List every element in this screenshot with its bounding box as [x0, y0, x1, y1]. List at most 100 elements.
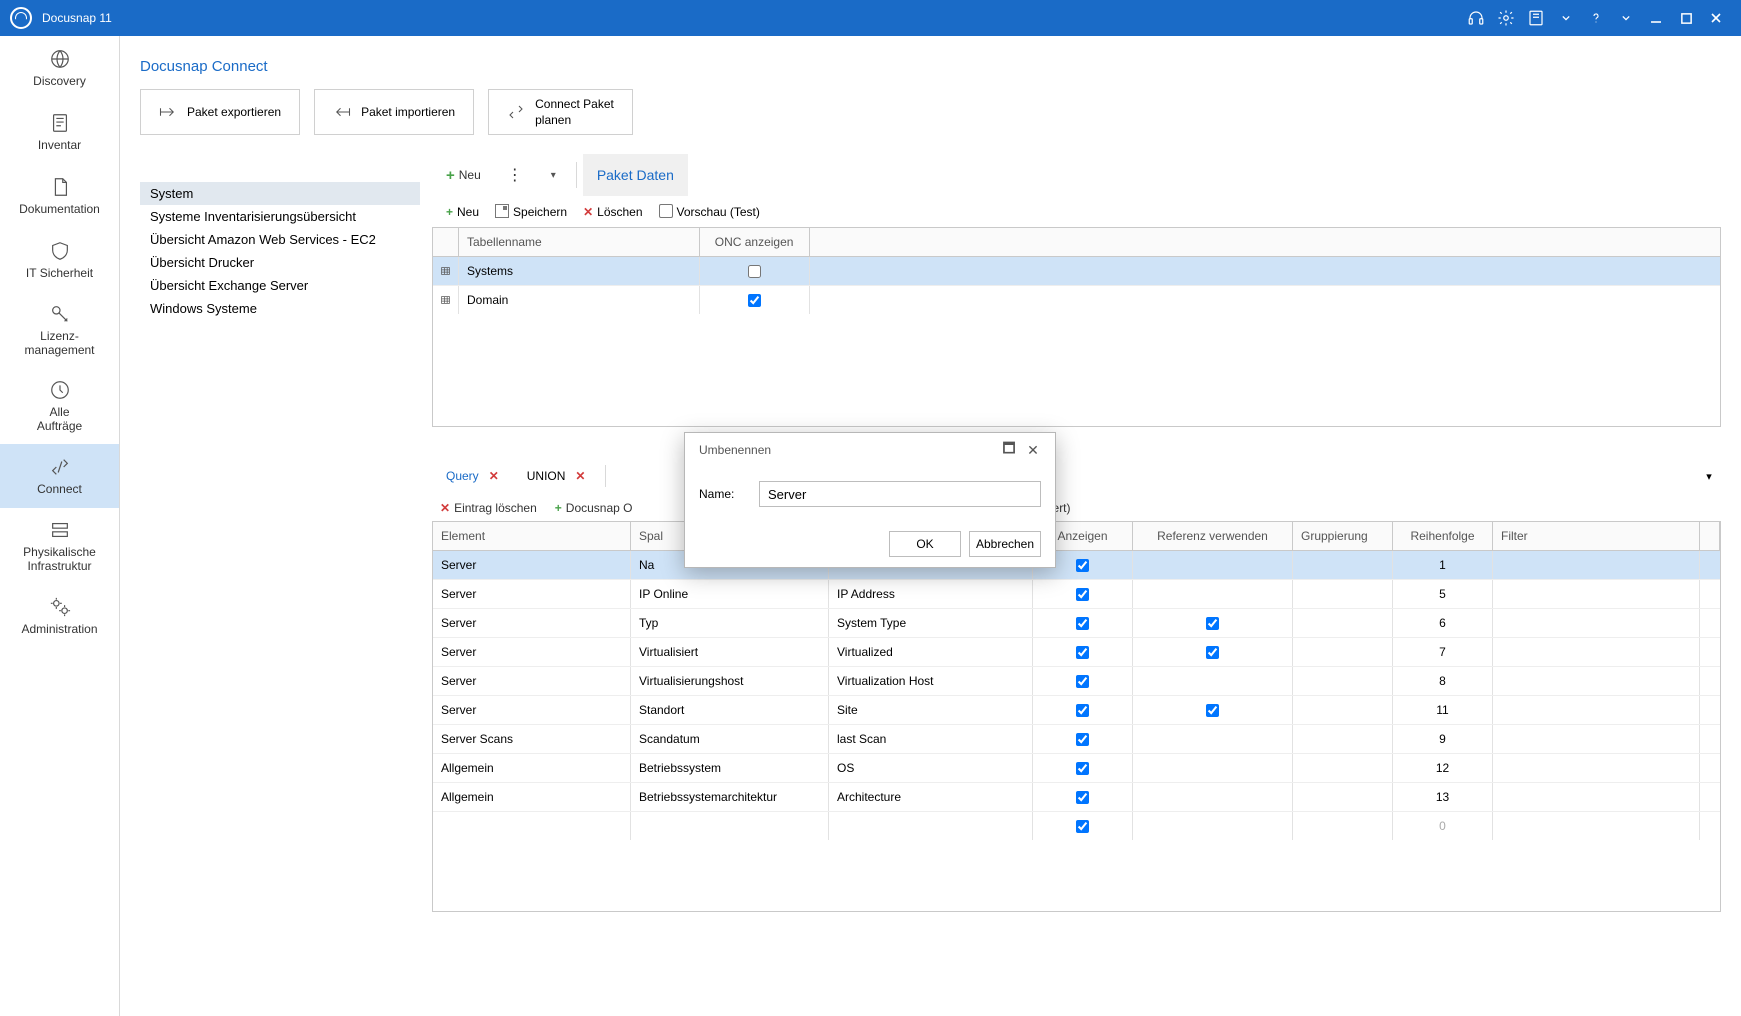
tables-grid: Tabellenname ONC anzeigen Systems Domain [432, 227, 1721, 427]
table-row[interactable]: AllgemeinBetriebssystemarchitekturArchit… [433, 783, 1720, 812]
cell-onc[interactable] [700, 257, 810, 285]
col-tabellenname[interactable]: Tabellenname [459, 228, 700, 256]
qt-delete[interactable]: ✕Eintrag löschen [440, 501, 537, 515]
ok-button[interactable]: OK [889, 531, 961, 557]
nav-connect[interactable]: Connect [0, 444, 119, 508]
import-package-button[interactable]: Paket importieren [314, 89, 474, 135]
tab-union[interactable]: UNION✕ [513, 461, 600, 491]
ref-checkbox[interactable] [1206, 617, 1219, 630]
table-row[interactable]: 0 [433, 812, 1720, 840]
table-row[interactable]: ServerNa1 [433, 551, 1720, 580]
new-button[interactable]: +Neu [432, 154, 495, 196]
dropdown-caret-icon[interactable]: ▾ [537, 154, 570, 196]
help-icon[interactable] [1581, 0, 1611, 36]
window-minimize-button[interactable] [1641, 0, 1671, 36]
cell-onc[interactable] [700, 286, 810, 314]
nav-discovery-label: Discovery [33, 74, 86, 88]
package-item[interactable]: System [140, 182, 420, 205]
package-item[interactable]: Übersicht Drucker [140, 251, 420, 274]
col-filter[interactable]: Filter [1493, 522, 1700, 550]
tabs-overflow-button[interactable]: ▾ [1697, 470, 1721, 483]
table-row[interactable]: Systems [433, 257, 1720, 286]
col-referenz[interactable]: Referenz verwenden [1133, 522, 1293, 550]
nav-lizenz-label: Lizenz- management [24, 329, 94, 357]
tools-dropdown-icon[interactable] [1551, 0, 1581, 36]
nav-admin[interactable]: Administration [0, 584, 119, 648]
plan-package-button[interactable]: Connect Paketplanen [488, 89, 633, 135]
close-tab-icon[interactable]: ✕ [575, 469, 585, 483]
show-checkbox[interactable] [1076, 646, 1089, 659]
new-label: Neu [459, 168, 481, 182]
tb-delete[interactable]: ✕Löschen [583, 205, 642, 219]
tb-save[interactable]: Speichern [495, 204, 567, 219]
col-gruppierung[interactable]: Gruppierung [1293, 522, 1393, 550]
breadcrumb: Docusnap Connect [140, 58, 1721, 75]
nav-discovery[interactable]: Discovery [0, 36, 119, 100]
ref-checkbox[interactable] [1206, 704, 1219, 717]
nav-lizenz[interactable]: Lizenz- management [0, 292, 119, 368]
table-row[interactable]: ServerIP OnlineIP Address5 [433, 580, 1720, 609]
tb-new[interactable]: +Neu [446, 205, 479, 219]
nav-phys[interactable]: Physikalische Infrastruktur [0, 508, 119, 584]
dialog-close-icon[interactable]: ✕ [1021, 438, 1045, 462]
nav-dokumentation[interactable]: Dokumentation [0, 164, 119, 228]
window-close-button[interactable] [1701, 0, 1731, 36]
show-checkbox[interactable] [1076, 820, 1089, 833]
export-package-button[interactable]: Paket exportieren [140, 89, 300, 135]
nav-inventar-label: Inventar [38, 138, 81, 152]
ribbon: Paket exportieren Paket importieren Conn… [140, 89, 1721, 135]
export-package-label: Paket exportieren [187, 105, 281, 119]
table-row[interactable]: ServerStandortSite11 [433, 696, 1720, 725]
table-toolbar: +Neu Speichern ✕Löschen Vorschau (Test) [432, 196, 1721, 227]
window-maximize-button[interactable] [1671, 0, 1701, 36]
[interactable]: Abbrechen [969, 531, 1041, 557]
nav-inventar[interactable]: Inventar [0, 100, 119, 164]
headset-icon[interactable] [1461, 0, 1491, 36]
col-onc[interactable]: ONC anzeigen [700, 228, 810, 256]
tab-query[interactable]: Query✕ [432, 461, 513, 491]
package-item[interactable]: Übersicht Exchange Server [140, 274, 420, 297]
nav-auftraege[interactable]: Alle Aufträge [0, 368, 119, 444]
help-dropdown-icon[interactable] [1611, 0, 1641, 36]
tb-preview[interactable]: Vorschau (Test) [659, 204, 760, 219]
name-label: Name: [699, 487, 747, 501]
package-list: System Systeme Inventarisierungsübersich… [140, 154, 420, 1002]
tools-icon[interactable] [1521, 0, 1551, 36]
table-row[interactable]: ServerTypSystem Type6 [433, 609, 1720, 638]
query-toolbar: ✕Eintrag löschen +Docusnap O efiniert) [432, 495, 1721, 521]
show-checkbox[interactable] [1076, 733, 1089, 746]
ref-checkbox[interactable] [1206, 646, 1219, 659]
name-input[interactable] [759, 481, 1041, 507]
col-reihenfolge[interactable]: Reihenfolge [1393, 522, 1493, 550]
table-row[interactable]: Domain [433, 286, 1720, 314]
nav-connect-label: Connect [37, 482, 82, 496]
more-menu-button[interactable]: ⋮ [501, 154, 531, 196]
dialog-maximize-icon[interactable]: 🗖 [997, 438, 1021, 462]
nav-admin-label: Administration [21, 622, 97, 636]
table-row[interactable]: Server ScansScandatumlast Scan9 [433, 725, 1720, 754]
show-checkbox[interactable] [1076, 791, 1089, 804]
show-checkbox[interactable] [1076, 588, 1089, 601]
package-item[interactable]: Windows Systeme [140, 297, 420, 320]
table-row[interactable]: ServerVirtualisierungshostVirtualization… [433, 667, 1720, 696]
left-nav: Discovery Inventar Dokumentation IT Sich… [0, 36, 120, 1016]
show-checkbox[interactable] [1076, 559, 1089, 572]
package-item[interactable]: Übersicht Amazon Web Services - EC2 [140, 228, 420, 251]
query-fields-grid: Element Spal Anzeigen Referenz verwenden… [432, 521, 1721, 912]
nav-it-sicherheit[interactable]: IT Sicherheit [0, 228, 119, 292]
package-item[interactable]: Systeme Inventarisierungsübersicht [140, 205, 420, 228]
settings-gear-icon[interactable] [1491, 0, 1521, 36]
show-checkbox[interactable] [1076, 704, 1089, 717]
show-checkbox[interactable] [1076, 762, 1089, 775]
table-row[interactable]: ServerVirtualisiertVirtualized7 [433, 638, 1720, 667]
tab-paket-daten[interactable]: Paket Daten [583, 154, 688, 196]
show-checkbox[interactable] [1076, 617, 1089, 630]
qt-docusnap[interactable]: +Docusnap O [555, 501, 633, 515]
table-row[interactable]: AllgemeinBetriebssystemOS12 [433, 754, 1720, 783]
close-tab-icon[interactable]: ✕ [489, 469, 499, 483]
app-logo-icon [10, 7, 32, 29]
col-element[interactable]: Element [433, 522, 631, 550]
plan-package-label: Connect Paketplanen [535, 96, 614, 128]
cell-name: Systems [459, 257, 700, 285]
show-checkbox[interactable] [1076, 675, 1089, 688]
